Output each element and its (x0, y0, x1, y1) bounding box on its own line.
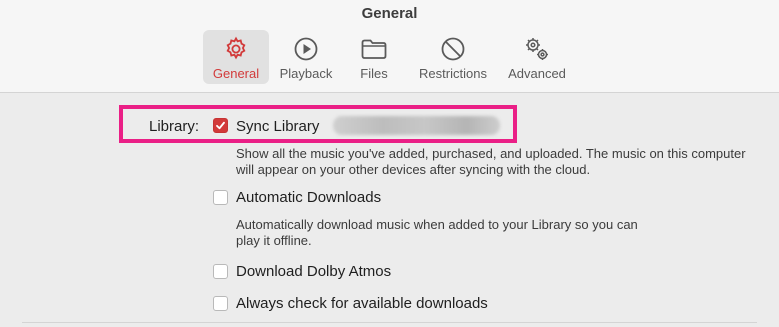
always-check-downloads-checkbox[interactable] (213, 296, 228, 311)
play-circle-icon (294, 37, 318, 61)
tab-restrictions-label: Restrictions (419, 66, 487, 81)
download-dolby-atmos-label[interactable]: Download Dolby Atmos (236, 263, 391, 280)
tab-playback-label: Playback (279, 66, 333, 81)
tab-general-label: General (212, 66, 260, 81)
automatic-downloads-description: Automatically download music when added … (236, 217, 638, 248)
divider (22, 322, 757, 323)
tab-files-label: Files (360, 66, 388, 81)
tab-restrictions[interactable]: Restrictions (412, 30, 494, 84)
tab-files[interactable]: Files (350, 30, 398, 84)
highlight-box (119, 105, 517, 143)
tab-general[interactable]: General (203, 30, 269, 84)
automatic-downloads-label[interactable]: Automatic Downloads (236, 189, 381, 206)
tab-advanced-label: Advanced (508, 66, 566, 81)
preferences-toolbar: General General Playback Files Restricti… (0, 0, 779, 93)
gear-icon (226, 36, 246, 60)
gears-icon (526, 38, 548, 60)
folder-icon (361, 39, 387, 59)
sync-library-description: Show all the music you've added, purchas… (236, 146, 746, 177)
window-title: General (361, 5, 418, 22)
always-check-downloads-label[interactable]: Always check for available downloads (236, 295, 488, 312)
prohibited-icon (441, 37, 465, 61)
download-dolby-atmos-checkbox[interactable] (213, 264, 228, 279)
automatic-downloads-checkbox[interactable] (213, 190, 228, 205)
tab-playback[interactable]: Playback (272, 30, 340, 84)
tab-advanced[interactable]: Advanced (502, 30, 572, 84)
